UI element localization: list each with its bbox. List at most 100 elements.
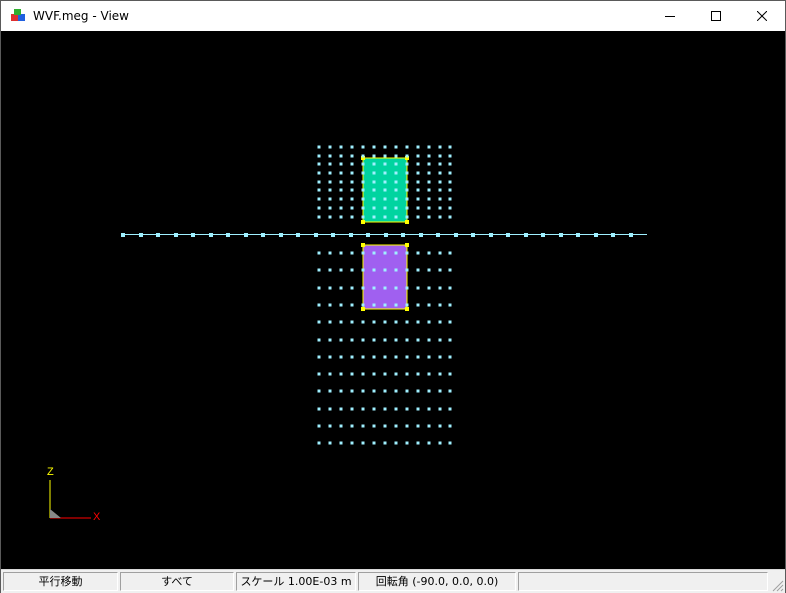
mesh-point xyxy=(361,338,365,342)
mesh-point xyxy=(372,424,376,428)
mesh-point xyxy=(372,286,376,290)
mesh-line-node xyxy=(576,233,580,237)
maximize-button[interactable] xyxy=(693,1,739,31)
mesh-line-node xyxy=(489,233,493,237)
mesh-point xyxy=(350,338,354,342)
mesh-point xyxy=(317,162,321,166)
mesh-point xyxy=(394,441,398,445)
mesh-point xyxy=(438,180,442,184)
mesh-line-node xyxy=(244,233,248,237)
mesh-point xyxy=(383,372,387,376)
mesh-point xyxy=(448,251,452,255)
mesh-point xyxy=(328,320,332,324)
mesh-point xyxy=(339,338,343,342)
mesh-point xyxy=(394,407,398,411)
mesh-point xyxy=(438,407,442,411)
mesh-line-node xyxy=(121,233,125,237)
mesh-point xyxy=(328,154,332,158)
mesh-line-node xyxy=(139,233,143,237)
mesh-point xyxy=(416,171,420,175)
mesh-view[interactable]: Z X xyxy=(1,31,785,569)
mesh-point xyxy=(394,154,398,158)
mesh-point xyxy=(317,180,321,184)
mesh-point xyxy=(427,171,431,175)
mesh-line-node xyxy=(524,233,528,237)
app-window: WVF.meg - View Z X 平行移動 すべて スケール 1.00E-0… xyxy=(0,0,786,593)
mesh-point xyxy=(427,251,431,255)
mesh-point xyxy=(317,355,321,359)
mesh-point xyxy=(350,251,354,255)
mesh-point xyxy=(416,286,420,290)
mesh-point xyxy=(427,407,431,411)
minimize-button[interactable] xyxy=(647,1,693,31)
mesh-point xyxy=(372,320,376,324)
maximize-icon xyxy=(711,11,721,21)
mesh-point xyxy=(339,389,343,393)
mesh-line-node xyxy=(611,233,615,237)
status-selection: すべて xyxy=(120,572,234,591)
mesh-point xyxy=(405,180,409,184)
mesh-point xyxy=(394,355,398,359)
mesh-point xyxy=(427,424,431,428)
mesh-point xyxy=(416,268,420,272)
axis-gizmo: Z X xyxy=(47,466,101,523)
mesh-point xyxy=(361,145,365,149)
mesh-point xyxy=(448,268,452,272)
mesh-point xyxy=(317,389,321,393)
region-corner-marker xyxy=(361,307,365,311)
mesh-point xyxy=(361,154,365,158)
region-corner-marker xyxy=(361,220,365,224)
mesh-point xyxy=(394,320,398,324)
mesh-point xyxy=(361,206,365,210)
mesh-point xyxy=(383,286,387,290)
close-button[interactable] xyxy=(739,1,785,31)
mesh-point xyxy=(416,441,420,445)
resize-grip-icon[interactable] xyxy=(770,578,784,592)
mesh-point xyxy=(372,251,376,255)
mesh-point xyxy=(361,286,365,290)
mesh-point xyxy=(383,188,387,192)
mesh-point xyxy=(394,206,398,210)
mesh-line-node xyxy=(559,233,563,237)
mesh-point xyxy=(328,303,332,307)
mesh-point xyxy=(339,145,343,149)
mesh-point xyxy=(448,215,452,219)
mesh-line-node xyxy=(209,233,213,237)
mesh-line-node xyxy=(174,233,178,237)
mesh-point xyxy=(372,372,376,376)
mesh-point xyxy=(438,268,442,272)
mesh-point xyxy=(448,303,452,307)
mesh-point xyxy=(416,424,420,428)
mesh-line-node xyxy=(436,233,440,237)
mesh-point xyxy=(405,206,409,210)
mesh-point xyxy=(416,355,420,359)
title-bar[interactable]: WVF.meg - View xyxy=(1,1,785,31)
mesh-point xyxy=(405,145,409,149)
mesh-point xyxy=(405,188,409,192)
3d-viewport[interactable]: Z X xyxy=(1,31,785,569)
mesh-line-node xyxy=(419,233,423,237)
minimize-icon xyxy=(665,16,675,17)
mesh-point xyxy=(383,180,387,184)
mesh-point xyxy=(350,286,354,290)
mesh-point xyxy=(361,355,365,359)
region-corner-marker xyxy=(361,243,365,247)
mesh-point xyxy=(448,355,452,359)
mesh-point xyxy=(328,145,332,149)
mesh-point xyxy=(383,389,387,393)
mesh-point xyxy=(416,338,420,342)
mesh-point xyxy=(448,286,452,290)
mesh-point xyxy=(427,286,431,290)
x-axis-label: X xyxy=(93,511,101,523)
mesh-point xyxy=(427,180,431,184)
mesh-point xyxy=(328,338,332,342)
mesh-point xyxy=(383,145,387,149)
mesh-point xyxy=(317,188,321,192)
mesh-line-node xyxy=(279,233,283,237)
mesh-point xyxy=(339,286,343,290)
mesh-point xyxy=(448,180,452,184)
mesh-point xyxy=(427,188,431,192)
mesh-point xyxy=(438,424,442,428)
mesh-point xyxy=(405,197,409,201)
mesh-point xyxy=(416,303,420,307)
